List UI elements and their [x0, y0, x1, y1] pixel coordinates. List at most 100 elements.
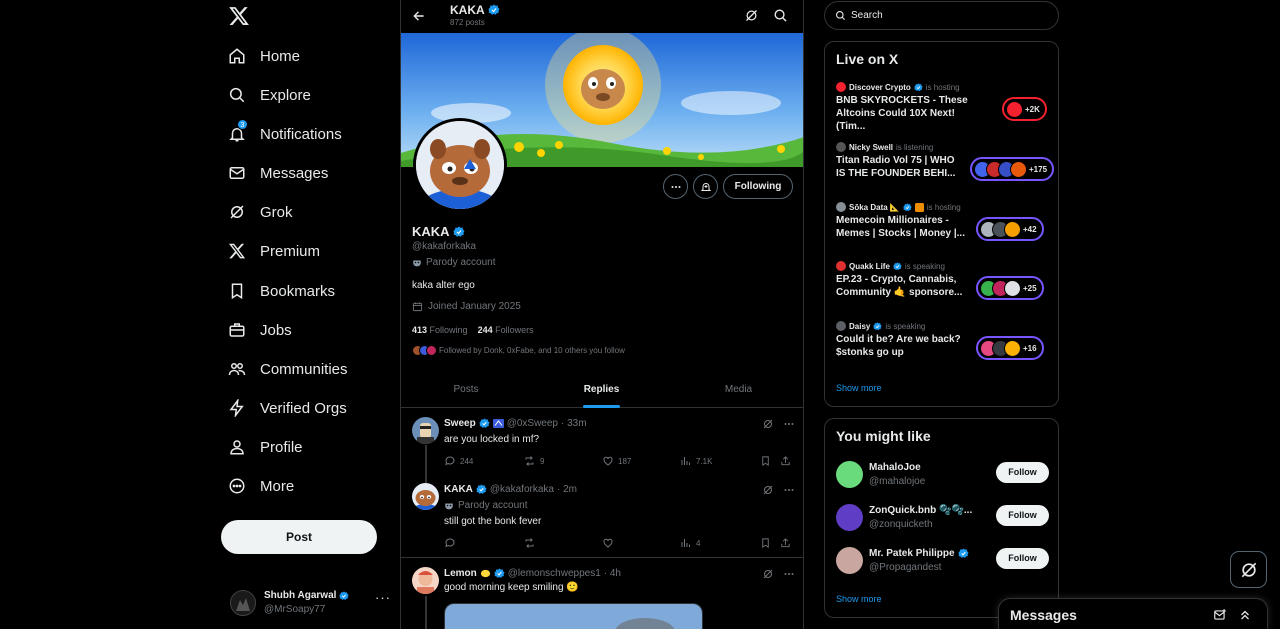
- tab-replies[interactable]: Replies: [536, 374, 667, 408]
- tweet[interactable]: Sweep @0xSweep · 33m are you locked in m…: [401, 409, 803, 483]
- live-listeners-pill[interactable]: +16: [976, 336, 1044, 360]
- search-icon[interactable]: [773, 8, 788, 23]
- live-space-item[interactable]: Discover Crypto is hosting BNB SKYROCKET…: [836, 82, 1051, 140]
- suggestion-name-row: Mr. Patek Philippe: [869, 548, 969, 559]
- search-icon: [228, 86, 246, 104]
- verified-badge-icon: [476, 484, 487, 495]
- live-space-item[interactable]: Daisy is speaking Could it be? Are we ba…: [836, 321, 1051, 379]
- verified-badge-icon[interactable]: [453, 226, 465, 238]
- tweet-time[interactable]: · 2m: [557, 484, 577, 495]
- tweet-media-image[interactable]: [444, 603, 703, 629]
- avatar: [836, 547, 863, 574]
- profile-avatar[interactable]: [413, 118, 507, 212]
- grok-icon[interactable]: [762, 418, 774, 430]
- follow-button[interactable]: Follow: [996, 548, 1049, 569]
- post-button[interactable]: Post: [221, 520, 377, 554]
- reply-button[interactable]: 244: [444, 455, 473, 467]
- chevron-up-double-icon[interactable]: [1238, 608, 1252, 622]
- live-space-item[interactable]: Nicky Swell is listening Titan Radio Vol…: [836, 142, 1055, 200]
- nav-premium[interactable]: Premium: [228, 236, 320, 266]
- followed-by[interactable]: Followed by Donk, 0xFabe, and 10 others …: [412, 345, 625, 356]
- following-link[interactable]: 413 Following: [412, 325, 468, 335]
- wtf-show-more-link[interactable]: Show more: [836, 594, 882, 604]
- grok-icon[interactable]: [762, 484, 774, 496]
- tweet-author-name[interactable]: KAKA: [444, 484, 473, 495]
- tweet-time[interactable]: · 33m: [561, 418, 587, 429]
- tweet[interactable]: KAKA @kakaforkaka · 2m Parody account st…: [401, 474, 803, 558]
- followers-link[interactable]: 244 Followers: [478, 325, 534, 335]
- more-dots-icon[interactable]: ···: [375, 590, 391, 605]
- more-dots-icon[interactable]: [783, 418, 795, 430]
- envelope-icon: [228, 164, 246, 182]
- nav-jobs[interactable]: Jobs: [228, 315, 292, 345]
- bookmark-button[interactable]: [760, 537, 771, 549]
- account-switcher[interactable]: Shubh Agarwal @MrSoapy77 ···: [230, 588, 400, 620]
- nav-home[interactable]: Home: [228, 41, 300, 71]
- follow-button[interactable]: Follow: [996, 505, 1049, 526]
- verified-badge-icon: [488, 4, 500, 16]
- tweet-author-handle[interactable]: @lemonschweppes1: [508, 568, 601, 579]
- repost-icon: [523, 537, 536, 549]
- tweet-author-handle[interactable]: @kakaforkaka: [490, 484, 554, 495]
- bookmark-button[interactable]: [760, 455, 771, 467]
- live-host-status: is speaking: [885, 321, 926, 331]
- tweet-author-name[interactable]: Lemon: [444, 568, 477, 579]
- more-options-button[interactable]: [663, 174, 688, 199]
- follow-button[interactable]: Follow: [996, 462, 1049, 483]
- tab-posts[interactable]: Posts: [401, 374, 531, 408]
- nav-profile[interactable]: Profile: [228, 432, 303, 462]
- grok-floating-button[interactable]: [1230, 551, 1267, 588]
- live-listeners-pill[interactable]: +2K: [1002, 97, 1047, 121]
- tweet-author-name[interactable]: Sweep: [444, 418, 476, 429]
- nav-communities[interactable]: Communities: [228, 354, 348, 384]
- nav-notifications[interactable]: 3 Notifications: [228, 119, 342, 149]
- live-host-line: Daisy is speaking: [836, 321, 925, 331]
- grok-icon[interactable]: [744, 8, 759, 23]
- notification-badge: 3: [237, 119, 248, 130]
- following-button[interactable]: Following: [723, 174, 793, 199]
- back-arrow-icon[interactable]: [412, 9, 426, 23]
- views-button[interactable]: 4: [680, 537, 700, 549]
- tweet-author-handle[interactable]: @0xSweep: [507, 418, 558, 429]
- share-button[interactable]: [780, 537, 791, 549]
- share-button[interactable]: [780, 455, 791, 467]
- live-listeners-pill[interactable]: +42: [976, 217, 1044, 241]
- nav-more[interactable]: More: [228, 471, 294, 501]
- nav-verified-orgs[interactable]: Verified Orgs: [228, 393, 347, 423]
- reply-button[interactable]: [444, 537, 460, 549]
- like-button[interactable]: [602, 537, 618, 549]
- like-button[interactable]: 187: [602, 455, 631, 467]
- tweet-time[interactable]: · 4h: [604, 568, 621, 579]
- new-message-icon[interactable]: [1213, 608, 1227, 622]
- follow-suggestion[interactable]: MahaloJoe @mahalojoe Follow: [836, 461, 1051, 501]
- follow-suggestion[interactable]: Mr. Patek Philippe @Propagandest Follow: [836, 547, 1051, 587]
- grok-icon[interactable]: [762, 568, 774, 580]
- live-space-item[interactable]: Quakk Life is speaking EP.23 - Crypto, C…: [836, 261, 1051, 319]
- nav-messages[interactable]: Messages: [228, 158, 328, 188]
- views-button[interactable]: 7.1K: [680, 455, 712, 467]
- nav-bookmarks[interactable]: Bookmarks: [228, 276, 335, 306]
- live-show-more-link[interactable]: Show more: [836, 383, 882, 393]
- repost-button[interactable]: 9: [523, 455, 544, 467]
- avatar[interactable]: [412, 417, 439, 444]
- live-space-item[interactable]: Sōka Data 📐 is hosting Memecoin Milliona…: [836, 202, 1051, 260]
- live-host-line: Sōka Data 📐 is hosting: [836, 202, 961, 212]
- nav-explore[interactable]: Explore: [228, 80, 311, 110]
- repost-button[interactable]: [523, 537, 540, 549]
- tab-media[interactable]: Media: [673, 374, 803, 408]
- live-listeners-pill[interactable]: +175: [970, 157, 1055, 181]
- parody-label: Parody account: [444, 500, 528, 511]
- nav-grok[interactable]: Grok: [228, 197, 293, 227]
- more-dots-icon[interactable]: [783, 568, 795, 580]
- follow-suggestion[interactable]: ZonQuick.bnb 🫧🫧... @zonquicketh Follow: [836, 504, 1051, 544]
- avatar[interactable]: [412, 483, 439, 510]
- x-logo-icon[interactable]: [228, 5, 250, 27]
- avatar[interactable]: [412, 567, 439, 594]
- more-dots-icon[interactable]: [783, 484, 795, 496]
- live-listeners-pill[interactable]: +25: [976, 276, 1044, 300]
- tweet[interactable]: Lemon @lemonschweppes1 · 4h good morning…: [401, 559, 803, 629]
- subscribe-notify-button[interactable]: [693, 174, 718, 199]
- search-input[interactable]: Search: [824, 1, 1059, 30]
- messages-drawer[interactable]: Messages: [998, 598, 1268, 629]
- profile-handle: @kakaforkaka: [412, 241, 477, 252]
